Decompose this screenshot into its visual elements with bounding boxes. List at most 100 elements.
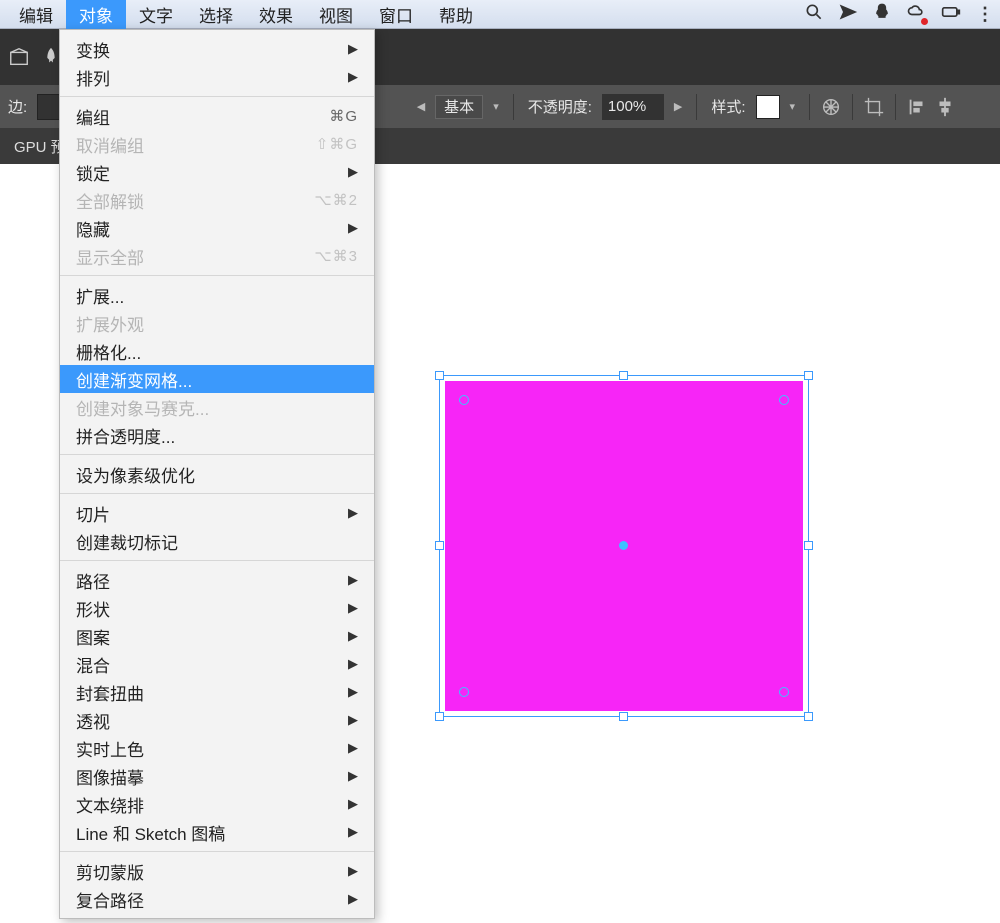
resize-handle-mr[interactable]	[804, 541, 813, 550]
submenu-arrow-icon: ▶	[348, 164, 358, 180]
resize-handle-tl[interactable]	[435, 371, 444, 380]
resize-handle-bl[interactable]	[435, 712, 444, 721]
menu-item-label: 扩展外观	[76, 311, 144, 336]
menu-divider	[60, 96, 374, 97]
menu-item[interactable]: 隐藏▶	[60, 214, 374, 242]
menu-item-label: 扩展...	[76, 283, 124, 308]
menu-item[interactable]: 变换▶	[60, 35, 374, 63]
menu-item[interactable]: 排列▶	[60, 63, 374, 91]
menu-item[interactable]: 图案▶	[60, 622, 374, 650]
menu-item[interactable]: 扩展...	[60, 281, 374, 309]
menu-item-label: 拼合透明度...	[76, 423, 175, 448]
menu-edit[interactable]: 编辑	[6, 0, 66, 30]
menu-divider	[60, 275, 374, 276]
resize-handle-bm[interactable]	[619, 712, 628, 721]
transform-center[interactable]	[619, 541, 628, 550]
menu-item[interactable]: 路径 ▶	[60, 566, 374, 594]
menu-item-label: 创建渐变网格...	[76, 367, 192, 392]
resize-handle-br[interactable]	[804, 712, 813, 721]
menu-item[interactable]: 编组⌘G	[60, 102, 374, 130]
anchor-point[interactable]	[779, 395, 789, 405]
menu-item-label: 栅格化...	[76, 339, 141, 364]
menu-item[interactable]: 创建裁切标记	[60, 527, 374, 555]
crop-icon[interactable]	[863, 96, 885, 118]
separator	[809, 94, 810, 120]
resize-handle-tm[interactable]	[619, 371, 628, 380]
menu-item-label: 透视	[76, 708, 110, 733]
menu-item: 取消编组⇧⌘G	[60, 130, 374, 158]
menu-item[interactable]: 切片▶	[60, 499, 374, 527]
submenu-arrow-icon: ▶	[348, 891, 358, 907]
menu-item-label: 路径	[76, 568, 110, 593]
menu-item[interactable]: 透视▶	[60, 706, 374, 734]
menu-item[interactable]: 复合路径 ▶	[60, 885, 374, 913]
menu-object[interactable]: 对象	[66, 0, 126, 30]
menu-item[interactable]: 剪切蒙版▶	[60, 857, 374, 885]
stroke-width-field[interactable]	[37, 94, 61, 120]
opacity-label: 不透明度:	[524, 96, 596, 117]
menu-item-label: 全部解锁	[76, 188, 144, 213]
menu-item-label: 复合路径	[76, 887, 144, 912]
anchor-point[interactable]	[459, 395, 469, 405]
menu-item: 显示全部⌥⌘3	[60, 242, 374, 270]
menu-item[interactable]: 图像描摹▶	[60, 762, 374, 790]
menu-select[interactable]: 选择	[186, 0, 246, 30]
menu-divider	[60, 851, 374, 852]
battery-icon[interactable]	[940, 2, 962, 27]
menu-item[interactable]: 设为像素级优化	[60, 460, 374, 488]
menu-item-label: 剪切蒙版	[76, 859, 144, 884]
resize-handle-ml[interactable]	[435, 541, 444, 550]
send-icon[interactable]	[838, 2, 858, 27]
menu-item[interactable]: 拼合透明度...	[60, 421, 374, 449]
submenu-arrow-icon: ▶	[348, 796, 358, 812]
menu-extras-icon[interactable]: ⋮	[976, 4, 994, 25]
qq-icon[interactable]	[872, 2, 892, 27]
search-icon[interactable]	[804, 2, 824, 27]
align-left-icon[interactable]	[906, 96, 928, 118]
home-icon[interactable]	[8, 46, 30, 68]
cloud-icon[interactable]	[906, 2, 926, 27]
brush-dropdown-icon[interactable]: ▾	[489, 100, 503, 113]
menu-divider	[60, 493, 374, 494]
menu-text[interactable]: 文字	[126, 0, 186, 30]
color-wheel-icon[interactable]	[820, 96, 842, 118]
style-dropdown-icon[interactable]: ▾	[786, 100, 800, 113]
menu-item[interactable]: 实时上色▶	[60, 734, 374, 762]
style-swatch[interactable]	[756, 95, 780, 119]
menu-help[interactable]: 帮助	[426, 0, 486, 30]
menu-item[interactable]: 创建渐变网格...	[60, 365, 374, 393]
menu-item[interactable]: 形状▶	[60, 594, 374, 622]
menu-item: 创建对象马赛克...	[60, 393, 374, 421]
anchor-point[interactable]	[779, 687, 789, 697]
menu-effect[interactable]: 效果	[246, 0, 306, 30]
submenu-arrow-icon: ▶	[348, 600, 358, 616]
brush-prev-icon[interactable]: ◀	[413, 100, 429, 113]
menu-shortcut: ⌥⌘3	[314, 247, 358, 265]
submenu-arrow-icon: ▶	[348, 768, 358, 784]
menu-item[interactable]: 封套扭曲▶	[60, 678, 374, 706]
resize-handle-tr[interactable]	[804, 371, 813, 380]
canvas[interactable]	[375, 164, 1000, 923]
selected-rectangle[interactable]	[439, 375, 809, 717]
menu-item[interactable]: 锁定▶	[60, 158, 374, 186]
menu-item[interactable]: 混合▶	[60, 650, 374, 678]
anchor-point[interactable]	[459, 687, 469, 697]
align-center-icon[interactable]	[934, 96, 956, 118]
menu-item[interactable]: 文本绕排▶	[60, 790, 374, 818]
menu-item[interactable]: 栅格化...	[60, 337, 374, 365]
submenu-arrow-icon: ▶	[348, 628, 358, 644]
brush-basic-chip[interactable]: 基本	[435, 95, 483, 119]
menu-item-label: 排列	[76, 65, 110, 90]
submenu-arrow-icon: ▶	[348, 572, 358, 588]
submenu-arrow-icon: ▶	[348, 41, 358, 57]
menu-view[interactable]: 视图	[306, 0, 366, 30]
menu-item-label: 封套扭曲	[76, 680, 144, 705]
menu-window[interactable]: 窗口	[366, 0, 426, 30]
menu-item-label: 切片	[76, 501, 110, 526]
menu-shortcut: ⇧⌘G	[316, 135, 358, 153]
menu-item[interactable]: Line 和 Sketch 图稿▶	[60, 818, 374, 846]
menubar: 编辑 对象 文字 选择 效果 视图 窗口 帮助 ⋮	[0, 0, 1000, 29]
opacity-next-icon[interactable]: ▶	[670, 100, 686, 113]
opacity-value[interactable]: 100%	[602, 94, 664, 120]
menu-item-label: 隐藏	[76, 216, 110, 241]
